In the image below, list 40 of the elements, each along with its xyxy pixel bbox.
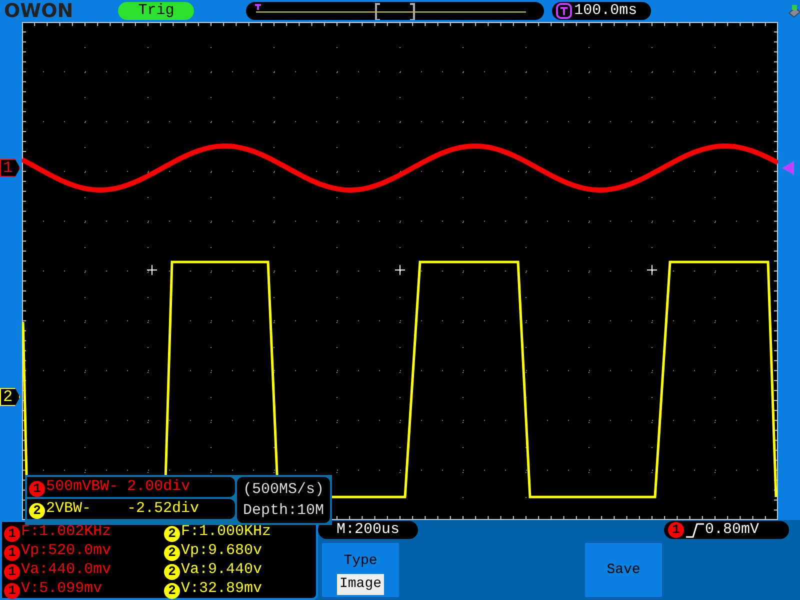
trigger-time-value: 100.0ms xyxy=(574,2,638,20)
memory-depth: Depth:10M xyxy=(243,501,324,521)
channel-marker: 1 xyxy=(0,159,20,177)
channel-badge: 2 xyxy=(164,564,180,580)
device-icon xyxy=(786,4,800,18)
trigger-status: Trig xyxy=(118,2,194,20)
menu-label: Type xyxy=(342,552,378,571)
channel-badge: 1 xyxy=(4,583,20,599)
measurement-value: F:1.002KHz xyxy=(21,523,112,540)
channel-scale-text: 500mVBW- 2.00div xyxy=(46,478,190,495)
trigger-source: 1 xyxy=(668,522,684,538)
brand-logo: OWON xyxy=(4,0,74,22)
timebase: M:200us xyxy=(318,521,418,539)
measurement-value: V:32.89mv xyxy=(181,580,262,597)
channel-badge: 2 xyxy=(29,503,45,519)
channel-badge: 1 xyxy=(4,545,20,561)
channel-badge: 1 xyxy=(29,481,45,497)
window-bracket-icon xyxy=(375,3,416,20)
measurement-value: V:5.099mv xyxy=(21,580,102,597)
channel-scale-text: 2VBW- -2.52div xyxy=(46,500,200,517)
trigger-time-icon xyxy=(556,3,572,19)
rising-edge-icon xyxy=(685,522,705,538)
channel-badge: 2 xyxy=(164,526,180,542)
trigger-level: 0.80mV xyxy=(705,521,760,539)
sample-rate: (500MS/s) xyxy=(243,480,324,500)
measurement-value: F:1.000KHz xyxy=(181,523,272,540)
menu-button[interactable]: Type Image xyxy=(320,541,401,599)
channel-badge: 1 xyxy=(4,564,20,580)
channel-badge: 2 xyxy=(164,583,180,599)
channel-badge: 2 xyxy=(164,545,180,561)
trigger-level-icon xyxy=(782,161,794,175)
menu-value: Image xyxy=(337,574,384,595)
measurement-value: Vp:520.0mv xyxy=(21,542,112,559)
measurement-value: Va:440.0mv xyxy=(21,561,112,578)
channel-badge: 1 xyxy=(4,526,20,542)
channel-marker: 2 xyxy=(0,388,20,406)
save-button[interactable]: Save xyxy=(583,541,664,599)
measurement-value: Va:9.440v xyxy=(181,561,262,578)
trigger-position-icon xyxy=(254,4,262,11)
measurement-value: Vp:9.680v xyxy=(181,542,262,559)
